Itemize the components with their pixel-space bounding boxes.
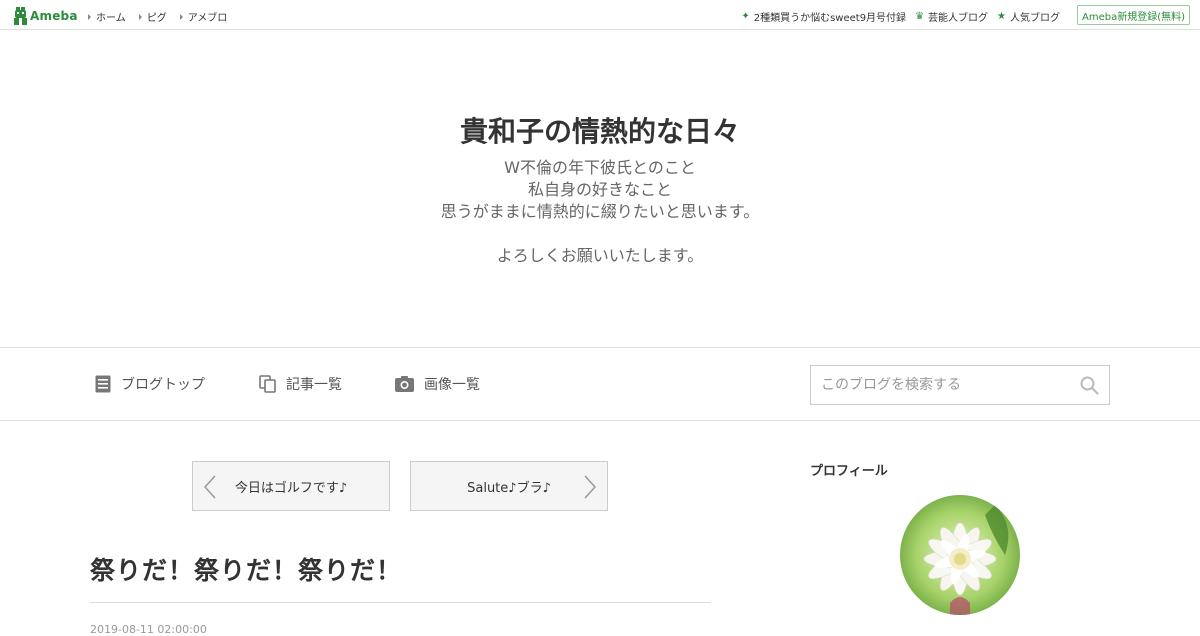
sparkle-icon: ✦ bbox=[741, 11, 750, 22]
ameba-logo-icon bbox=[14, 6, 27, 25]
prev-entry-label: 今日はゴルフです♪ bbox=[234, 480, 348, 496]
chevron-right-icon bbox=[584, 475, 597, 499]
blog-nav: ブログトップ 記事一覧 画像一覧 bbox=[0, 347, 1200, 421]
copy-icon bbox=[259, 375, 276, 393]
global-header: Ameba ホーム ピグ アメブロ ✦ 2種類買うか悩むsweet9月号付録 ♛… bbox=[0, 0, 1200, 30]
entry-title[interactable]: 祭りだ！祭りだ！祭りだ！ bbox=[90, 551, 402, 587]
profile-heading: プロフィール bbox=[810, 464, 888, 479]
search-icon[interactable] bbox=[1080, 376, 1099, 395]
next-entry-button[interactable]: Salute♪ブラ♪ bbox=[410, 461, 608, 511]
nav-blog-top[interactable]: ブログトップ bbox=[95, 374, 205, 394]
nav-ameblo[interactable]: アメブロ bbox=[179, 9, 228, 24]
nav-home-label: ホーム bbox=[96, 13, 126, 24]
next-entry-label: Salute♪ブラ♪ bbox=[467, 480, 551, 496]
blog-description-line: よろしくお願いいたします。 bbox=[496, 246, 704, 265]
global-nav: ホーム ピグ アメブロ bbox=[88, 9, 240, 24]
nav-ameblo-label: アメブロ bbox=[187, 13, 228, 24]
nav-blog-top-label: ブログトップ bbox=[121, 377, 205, 393]
signup-button[interactable]: Ameba新規登録(無料) bbox=[1077, 5, 1190, 25]
arrow-right-icon bbox=[179, 13, 183, 20]
crown-icon: ♛ bbox=[915, 11, 925, 22]
link-sweet-promo[interactable]: ✦ 2種類買うか悩むsweet9月号付録 bbox=[741, 9, 906, 24]
link-popular-blog-label: 人気ブログ bbox=[1010, 13, 1060, 24]
blog-title[interactable]: 貴和子の情熱的な日々 bbox=[0, 110, 1200, 150]
arrow-right-icon bbox=[138, 13, 142, 20]
link-popular-blog[interactable]: ★ 人気ブログ bbox=[997, 9, 1060, 24]
document-icon bbox=[95, 375, 111, 393]
blog-description-line: W不倫の年下彼氏とのこと bbox=[504, 158, 696, 177]
profile-avatar[interactable] bbox=[900, 495, 1020, 615]
flower-avatar-icon bbox=[900, 495, 1020, 615]
nav-image-list-label: 画像一覧 bbox=[424, 377, 480, 393]
search-input[interactable] bbox=[821, 377, 1071, 393]
ameba-logo[interactable]: Ameba bbox=[14, 6, 78, 25]
nav-home[interactable]: ホーム bbox=[88, 9, 126, 24]
nav-pigg[interactable]: ピグ bbox=[138, 9, 167, 24]
logo-text: Ameba bbox=[30, 8, 78, 23]
camera-icon bbox=[395, 376, 414, 392]
blog-description-line: 私自身の好きなこと bbox=[527, 180, 672, 199]
blog-description-line: 思うがままに情熱的に綴りたいと思います。 bbox=[440, 202, 760, 221]
arrow-right-icon bbox=[88, 13, 91, 20]
nav-image-list[interactable]: 画像一覧 bbox=[395, 374, 480, 394]
link-celebrity-blog[interactable]: ♛ 芸能人ブログ bbox=[915, 9, 988, 24]
blog-search bbox=[810, 365, 1110, 405]
star-icon: ★ bbox=[997, 11, 1006, 22]
nav-entry-list[interactable]: 記事一覧 bbox=[259, 374, 342, 394]
nav-entry-list-label: 記事一覧 bbox=[286, 377, 342, 393]
blog-description: W不倫の年下彼氏とのこと 私自身の好きなこと 思うがままに情熱的に綴りたいと思い… bbox=[0, 157, 1200, 267]
divider bbox=[90, 602, 711, 603]
nav-pigg-label: ピグ bbox=[146, 13, 167, 24]
link-celebrity-blog-label: 芸能人ブログ bbox=[928, 13, 989, 24]
chevron-left-icon bbox=[203, 475, 216, 499]
blog-description-line bbox=[0, 223, 1200, 245]
prev-entry-button[interactable]: 今日はゴルフです♪ bbox=[192, 461, 390, 511]
link-sweet-promo-label: 2種類買うか悩むsweet9月号付録 bbox=[753, 13, 907, 24]
header-links: ✦ 2種類買うか悩むsweet9月号付録 ♛ 芸能人ブログ ★ 人気ブログ bbox=[732, 9, 1060, 24]
